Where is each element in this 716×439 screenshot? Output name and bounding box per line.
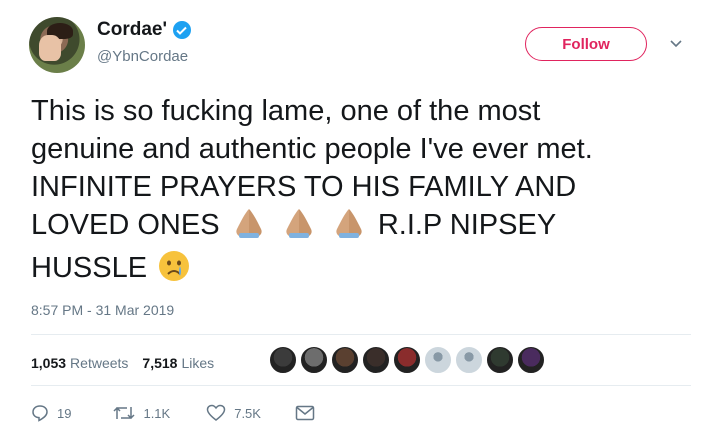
tweet-text: This is so fucking lame, one of the most…	[31, 92, 691, 292]
user-info: Cordae' @YbnCordae	[97, 19, 191, 65]
liker-avatar[interactable]	[269, 346, 297, 374]
likes-label[interactable]: Likes	[181, 355, 214, 371]
folded-hands-emoji	[231, 207, 267, 249]
tweet-line-2: genuine and authentic people I've ever m…	[31, 133, 593, 165]
heart-icon	[206, 404, 226, 421]
verified-badge-icon	[172, 21, 191, 39]
crying-face-emoji	[158, 250, 190, 292]
liker-avatar[interactable]	[486, 346, 514, 374]
divider-top	[31, 334, 691, 335]
tweet-line-3: INFINITE PRAYERS TO HIS FAMILY AND	[31, 171, 577, 203]
divider-bottom	[31, 385, 691, 386]
liker-avatar[interactable]	[424, 346, 452, 374]
liker-avatar[interactable]	[300, 346, 328, 374]
tweet-line-5-text: R.I.P NIPSEY	[377, 209, 557, 241]
liker-avatar[interactable]	[331, 346, 359, 374]
likes-count[interactable]: 7,518	[142, 355, 177, 371]
liker-avatar[interactable]	[455, 346, 483, 374]
tweet-stats: 1,053 Retweets 7,518 Likes	[31, 355, 228, 371]
avatar[interactable]	[29, 17, 85, 73]
reply-icon	[32, 405, 48, 422]
reply-count: 19	[57, 405, 72, 421]
direct-message-action[interactable]	[295, 405, 315, 421]
retweet-action[interactable]: 1.1K	[113, 404, 170, 422]
tweet-timestamp[interactable]: 8:57 PM - 31 Mar 2019	[31, 302, 174, 318]
reply-action[interactable]: 19	[31, 404, 71, 422]
like-action[interactable]: 7.5K	[206, 404, 261, 422]
retweets-label[interactable]: Retweets	[70, 355, 128, 371]
liker-avatar[interactable]	[362, 346, 390, 374]
avatar-hand	[39, 35, 61, 61]
liker-avatar[interactable]	[517, 346, 545, 374]
tweet-line-4: LOVED ONES R.I.P NIPSEY	[31, 206, 691, 249]
liker-avatar[interactable]	[393, 346, 421, 374]
tweet-line-1: This is so fucking lame, one of the most	[31, 95, 541, 127]
handle[interactable]: @YbnCordae	[97, 48, 191, 65]
envelope-icon	[295, 405, 315, 421]
retweet-icon	[113, 406, 135, 420]
chevron-down-icon[interactable]	[667, 37, 685, 51]
tweet-card: Cordae' @YbnCordae Follow This is so fuc…	[0, 0, 716, 439]
like-count: 7.5K	[234, 405, 261, 421]
display-name[interactable]: Cordae'	[97, 19, 167, 41]
tweet-line-4-text: LOVED ONES	[31, 209, 220, 241]
tweet-line-6: HUSSLE	[31, 249, 691, 292]
tweet-actions: 19 1.1K 7.5K	[31, 404, 315, 422]
name-row: Cordae'	[97, 19, 191, 41]
folded-hands-emoji	[331, 207, 367, 249]
folded-hands-emoji	[281, 207, 317, 249]
retweets-count[interactable]: 1,053	[31, 355, 66, 371]
liker-avatars	[269, 346, 545, 374]
follow-button[interactable]: Follow	[525, 27, 647, 61]
retweet-count: 1.1K	[143, 405, 171, 421]
tweet-line-6-text: HUSSLE	[31, 252, 148, 284]
